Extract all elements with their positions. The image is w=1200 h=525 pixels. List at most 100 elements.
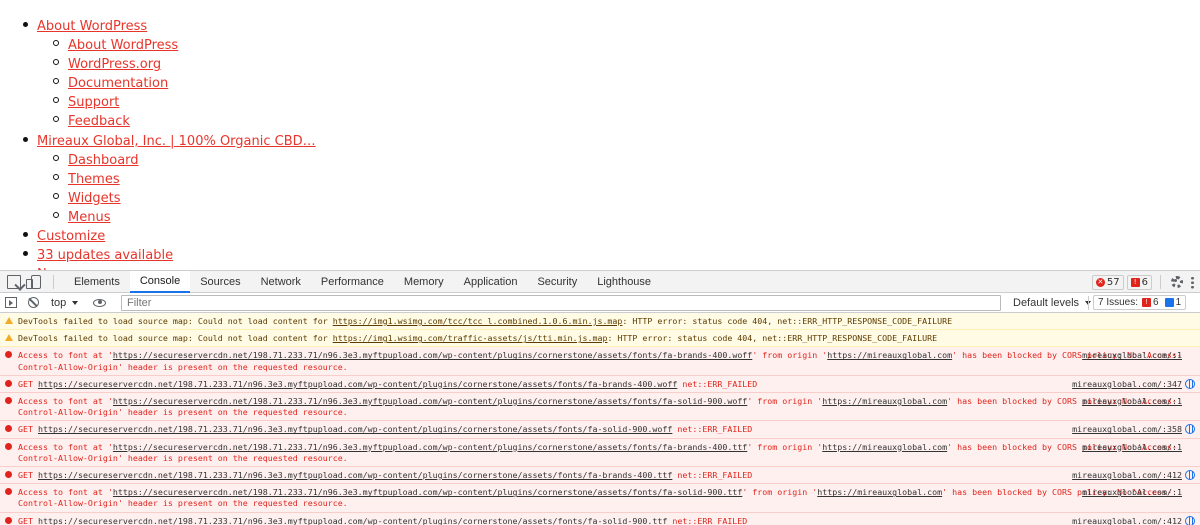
log-levels-label: Default levels: [1013, 297, 1080, 309]
submenu-link[interactable]: Documentation: [68, 76, 168, 91]
tab-performance[interactable]: Performance: [311, 271, 394, 293]
error-count: 57: [1106, 276, 1120, 288]
menu-link[interactable]: Customize: [37, 229, 105, 244]
device-toolbar-icon[interactable]: [26, 274, 41, 289]
console-warning: DevTools failed to load source map: Coul…: [0, 313, 1200, 331]
menu-link[interactable]: 33 updates available: [37, 248, 173, 263]
devtools-panel: Elements Console Sources Network Performance…: [0, 270, 1200, 525]
message-suffix: : HTTP error: status code 404, net::ERR_…: [607, 333, 938, 344]
submenu-link[interactable]: Support: [68, 95, 119, 110]
network-request-icon[interactable]: [1185, 378, 1195, 389]
more-options-icon[interactable]: [1191, 275, 1194, 289]
error-icon: [5, 442, 12, 450]
console-error: GET https://secureservercdn.net/198.71.2…: [0, 421, 1200, 439]
tab-lighthouse[interactable]: Lighthouse: [587, 271, 661, 293]
resource-link[interactable]: https://secureservercdn.net/198.71.233.7…: [113, 350, 752, 360]
source-location-link[interactable]: mireauxglobal.com/:347: [1072, 379, 1182, 390]
submenu-link[interactable]: Themes: [68, 172, 120, 187]
source-location-link[interactable]: mireauxglobal.com/:1: [1082, 396, 1182, 407]
warning-icon: [5, 334, 13, 342]
message-suffix: ' from origin ': [747, 441, 823, 452]
tabbar-right-divider: [1160, 275, 1161, 289]
error-counter[interactable]: ✕ 57: [1091, 274, 1124, 290]
warning-counter[interactable]: ! 6: [1126, 274, 1152, 290]
tabbar-divider: [53, 274, 54, 289]
tab-application[interactable]: Application: [454, 271, 528, 293]
issue-info-icon: [1164, 298, 1174, 307]
console-error: Access to font at 'https://secureserverc…: [0, 347, 1200, 376]
error-icon: [5, 351, 12, 359]
submenu-link[interactable]: Dashboard: [68, 153, 139, 168]
issues-label: 7 Issues:: [1098, 297, 1139, 308]
inspect-element-icon[interactable]: [7, 274, 21, 289]
chevron-down-icon: [72, 300, 79, 305]
resource-link[interactable]: https://secureservercdn.net/198.71.233.7…: [38, 379, 677, 389]
menu-link[interactable]: Mireaux Global, Inc. | 100% Organic CBD…: [37, 134, 316, 149]
resource-link[interactable]: https://secureservercdn.net/198.71.233.7…: [38, 470, 672, 480]
message-text: DevTools failed to load source map: Coul…: [18, 316, 952, 326]
source-location-link[interactable]: mireauxglobal.com/:412: [1072, 516, 1182, 525]
message-text: Access to font at 'https://secureserverc…: [18, 350, 1182, 371]
context-selector[interactable]: top: [51, 296, 79, 309]
resource-link[interactable]: https://secureservercdn.net/198.71.233.7…: [113, 487, 742, 497]
message-text: Access to font at 'https://secureserverc…: [18, 487, 1172, 508]
message-text: GET https://secureservercdn.net/198.71.2…: [18, 424, 752, 434]
submenu-list: Dashboard Themes Widgets Menus: [37, 150, 316, 226]
submenu-link[interactable]: About WordPress: [68, 38, 178, 53]
resource-link[interactable]: https://secureservercdn.net/198.71.233.7…: [113, 442, 747, 452]
submenu-link[interactable]: Feedback: [68, 114, 130, 129]
tab-elements[interactable]: Elements: [64, 271, 130, 293]
menu-item: 33 updates available: [22, 245, 316, 264]
submenu-item: Dashboard: [53, 150, 316, 169]
submenu-link[interactable]: Menus: [68, 210, 110, 225]
devtools-tabbar: Elements Console Sources Network Performance…: [0, 270, 1200, 293]
origin-link[interactable]: https://mireauxglobal.com: [822, 442, 947, 452]
console-filter-input[interactable]: [121, 295, 1001, 311]
show-console-sidebar-icon[interactable]: [5, 297, 17, 308]
message-prefix: Access to font at ': [18, 487, 113, 498]
origin-link[interactable]: https://mireauxglobal.com: [817, 487, 942, 497]
tab-security[interactable]: Security: [527, 271, 587, 293]
network-request-icon[interactable]: [1185, 470, 1195, 481]
tab-console[interactable]: Console: [129, 270, 191, 293]
source-location-link[interactable]: mireauxglobal.com/:1: [1082, 350, 1182, 361]
tabbar-right-controls: ✕ 57 ! 6: [1089, 274, 1194, 290]
error-icon: ✕: [1095, 277, 1105, 287]
origin-link[interactable]: https://mireauxglobal.com: [827, 350, 952, 360]
submenu-item: Menus: [53, 207, 316, 226]
source-location-link[interactable]: mireauxglobal.com/:1: [1082, 487, 1182, 498]
issues-divider: [1088, 296, 1089, 310]
source-location-link[interactable]: mireauxglobal.com/:1: [1082, 442, 1182, 453]
network-request-icon[interactable]: [1185, 515, 1195, 525]
log-levels-dropdown[interactable]: Default levels: [1013, 297, 1092, 309]
message-suffix: ' from origin ': [747, 396, 823, 407]
issue-flag-icon: !: [1130, 277, 1140, 287]
resource-link[interactable]: https://secureservercdn.net/198.71.233.7…: [38, 424, 672, 434]
message-suffix: ' from origin ': [742, 487, 818, 498]
tab-network[interactable]: Network: [251, 271, 311, 293]
console-error: GET https://secureservercdn.net/198.71.2…: [0, 467, 1200, 485]
resource-link[interactable]: https://secureservercdn.net/198.71.233.7…: [113, 396, 747, 406]
settings-gear-icon[interactable]: [1171, 276, 1183, 288]
source-location-link[interactable]: mireauxglobal.com/:412: [1072, 470, 1182, 481]
issues-button[interactable]: 7 Issues: ! 6 1: [1093, 295, 1187, 310]
context-value: top: [51, 296, 67, 309]
menu-link[interactable]: About WordPress: [37, 19, 147, 34]
clear-console-icon[interactable]: [28, 297, 39, 308]
message-text: DevTools failed to load source map: Coul…: [18, 333, 937, 343]
console-error: Access to font at 'https://secureserverc…: [0, 438, 1200, 468]
network-request-icon[interactable]: [1185, 424, 1195, 435]
submenu-link[interactable]: WordPress.org: [68, 57, 161, 72]
resource-link[interactable]: https://img1.wsimg.com/traffic-assets/js…: [333, 333, 608, 343]
tab-memory[interactable]: Memory: [394, 271, 454, 293]
origin-link[interactable]: https://mireauxglobal.com: [822, 396, 947, 406]
resource-link[interactable]: https://img1.wsimg.com/tcc/tcc_l.combine…: [333, 316, 623, 326]
source-location-link[interactable]: mireauxglobal.com/:358: [1072, 424, 1182, 435]
submenu-link[interactable]: Widgets: [68, 191, 121, 206]
tab-sources[interactable]: Sources: [190, 271, 250, 293]
resource-link[interactable]: https://secureservercdn.net/198.71.233.7…: [38, 516, 667, 525]
warning-icon: [5, 317, 13, 324]
message-suffix: net::ERR_FAILED: [672, 424, 753, 435]
console-messages: DevTools failed to load source map: Coul…: [0, 313, 1200, 525]
live-expression-eye-icon[interactable]: [93, 298, 107, 307]
